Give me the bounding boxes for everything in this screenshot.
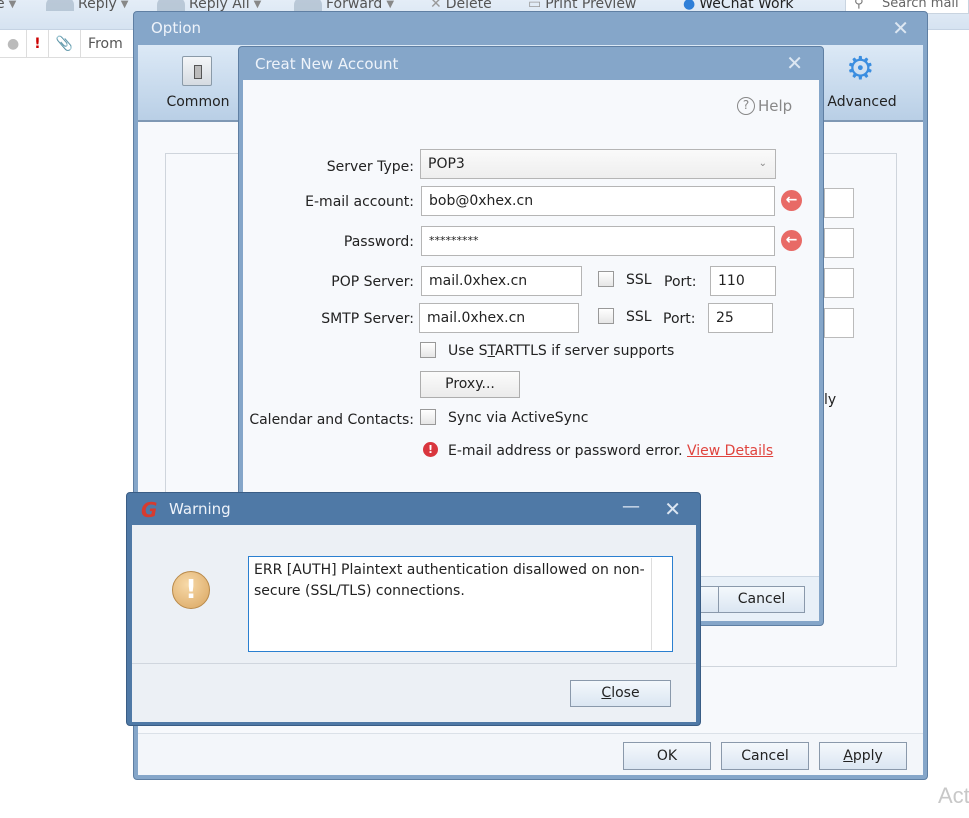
reply-button[interactable]: Reply ▼ — [46, 0, 128, 12]
option-field[interactable] — [824, 268, 854, 298]
toolbar-partial-menu[interactable]: e ▼ — [0, 0, 16, 12]
starttls-checkbox[interactable] — [420, 342, 436, 358]
reply-icon — [46, 0, 74, 11]
tab-common[interactable]: Common — [148, 45, 248, 120]
warning-title: Warning — [169, 500, 231, 518]
error-icon: ! — [423, 442, 438, 457]
cancel-button[interactable]: Cancel — [721, 742, 809, 770]
reply-all-icon — [157, 0, 185, 11]
tab-common-label: Common — [166, 94, 230, 110]
chevron-down-icon: ▼ — [8, 0, 17, 10]
arrow-left-error-icon: ← — [781, 230, 802, 251]
unread-column-icon[interactable]: ● — [0, 29, 28, 58]
calendar-contacts-label: Calendar and Contacts: — [249, 412, 414, 428]
server-type-select[interactable]: POP3 ⌄ — [420, 149, 776, 179]
option-footer: OK Cancel Apply — [138, 733, 923, 775]
warning-body: ! ERR [AUTH] Plaintext authentication di… — [132, 525, 696, 722]
pop-server-input[interactable]: mail.0xhex.cn — [421, 266, 582, 296]
account-cancel-button[interactable]: Cancel — [718, 586, 805, 613]
starttls-label: Use STARTTLS if server supports — [448, 343, 674, 359]
pop-port-label: Port: — [664, 274, 697, 290]
minimize-button[interactable]: — — [622, 497, 640, 517]
chevron-down-icon[interactable]: ▼ — [386, 0, 394, 10]
help-label: Help — [758, 97, 793, 115]
option-field[interactable] — [824, 188, 854, 218]
smtp-server-input[interactable]: mail.0xhex.cn — [419, 303, 579, 333]
apply-label: pply — [852, 748, 883, 764]
close-label: lose — [611, 685, 640, 701]
smtp-port-input[interactable]: 25 — [708, 303, 773, 333]
warning-message-box[interactable]: ERR [AUTH] Plaintext authentication disa… — [248, 556, 673, 652]
message-list-header: ● ! 📎 From — [0, 29, 140, 58]
forward-icon — [294, 0, 322, 11]
tab-advanced-label: Advanced — [827, 94, 897, 110]
starttls-label-pre: Use S — [448, 343, 488, 359]
email-label: E-mail account: — [305, 194, 414, 210]
close-button[interactable]: Close — [570, 680, 671, 707]
option-partial-text: ly — [824, 392, 837, 408]
warning-message-text: ERR [AUTH] Plaintext authentication disa… — [254, 562, 645, 599]
arrow-left-error-icon: ← — [781, 190, 802, 211]
close-mnemonic: C — [601, 685, 612, 701]
apply-mnemonic: A — [843, 748, 853, 764]
warning-dialog: G Warning — ✕ ! ERR [AUTH] Plaintext aut… — [126, 492, 701, 726]
error-text: E-mail address or password error. — [448, 443, 683, 459]
warning-exclamation-icon: ! — [172, 571, 210, 609]
option-dialog-title: Option — [151, 19, 202, 37]
chevron-down-icon: ⌄ — [758, 158, 767, 169]
smtp-ssl-label: SSL — [626, 309, 652, 325]
create-account-title: Creat New Account — [255, 55, 399, 73]
server-type-label: Server Type: — [326, 159, 414, 175]
toolbar-partial-label: e — [0, 0, 5, 12]
server-type-value: POP3 — [428, 156, 465, 172]
smtp-server-label: SMTP Server: — [321, 311, 414, 327]
help-link[interactable]: ? Help — [737, 97, 792, 115]
tab-advanced[interactable]: ⚙ Advanced — [812, 45, 912, 120]
warning-footer: Close — [132, 663, 696, 722]
pop-server-label: POP Server: — [331, 274, 414, 290]
from-column-header[interactable]: From — [81, 30, 130, 58]
search-placeholder: Search mail — [882, 0, 959, 11]
smtp-port-label: Port: — [663, 311, 696, 327]
apply-button[interactable]: Apply — [819, 742, 907, 770]
attachment-column-icon[interactable]: 📎 — [49, 29, 82, 58]
smtp-ssl-checkbox[interactable] — [598, 308, 614, 324]
warning-close-x-button[interactable]: ✕ — [664, 499, 681, 519]
priority-column-icon[interactable]: ! — [27, 29, 49, 58]
option-field[interactable] — [824, 308, 854, 338]
email-input[interactable]: bob@0xhex.cn — [421, 186, 775, 216]
gear-icon: ⚙ — [846, 49, 875, 87]
chevron-down-icon[interactable]: ▼ — [254, 0, 262, 10]
activesync-label: Sync via ActiveSync — [448, 410, 589, 426]
ok-button[interactable]: OK — [623, 742, 711, 770]
password-label: Password: — [343, 234, 414, 250]
message-scrollbar[interactable] — [651, 558, 652, 650]
switch-icon — [182, 56, 212, 86]
activesync-checkbox[interactable] — [420, 409, 436, 425]
option-field[interactable] — [824, 228, 854, 258]
error-message: E-mail address or password error. View D… — [448, 443, 773, 459]
pop-ssl-checkbox[interactable] — [598, 271, 614, 287]
starttls-mnemonic: T — [487, 343, 495, 359]
pop-port-input[interactable]: 110 — [710, 266, 776, 296]
view-details-link[interactable]: View Details — [687, 443, 773, 459]
option-close-button[interactable]: ✕ — [892, 18, 909, 38]
password-input[interactable]: ********* — [421, 226, 775, 256]
reply-label: Reply — [78, 0, 117, 12]
pop-ssl-label: SSL — [626, 272, 652, 288]
help-icon: ? — [737, 97, 755, 115]
chevron-down-icon[interactable]: ▼ — [121, 0, 129, 10]
create-account-close-button[interactable]: ✕ — [786, 53, 803, 73]
activation-watermark: Act — [938, 783, 969, 808]
proxy-button[interactable]: Proxy... — [420, 371, 520, 398]
starttls-label-post: ARTTLS if server supports — [494, 343, 675, 359]
app-logo-icon: G — [141, 498, 158, 522]
